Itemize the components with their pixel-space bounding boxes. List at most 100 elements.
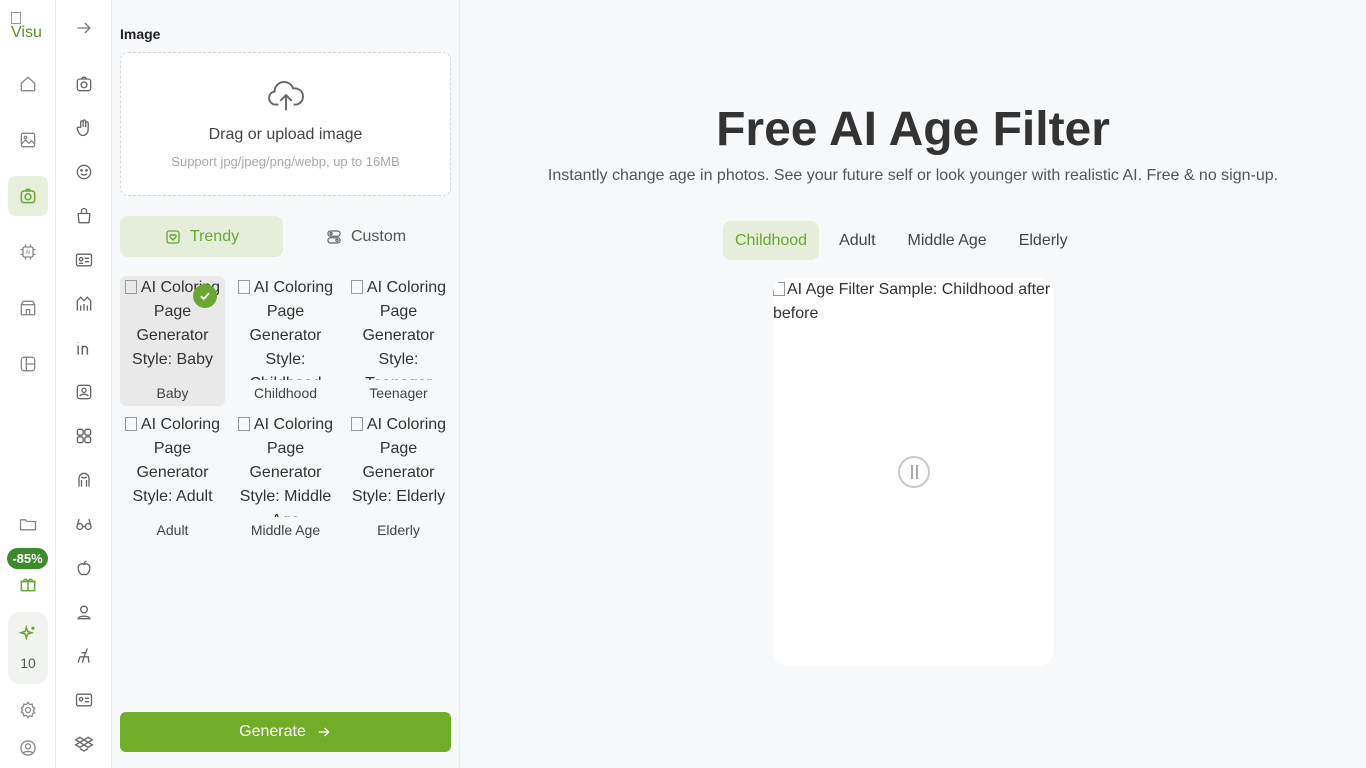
expand-button[interactable]	[68, 12, 100, 44]
apple-icon	[77, 560, 91, 576]
style-alt-text: AI Coloring Page Generator Style: Middle…	[239, 416, 334, 517]
style-card-middle-age[interactable]: AI Coloring Page Generator Style: Middle…	[233, 413, 338, 543]
style-thumbnail: AI Coloring Page Generator Style: Elderl…	[346, 413, 451, 517]
style-alt-text: AI Coloring Page Generator Style: Childh…	[249, 279, 334, 380]
tool-building[interactable]	[68, 288, 100, 320]
home-nav[interactable]	[8, 64, 48, 104]
settings-panel: Image Drag or upload image Support jpg/j…	[112, 0, 460, 768]
tool-card[interactable]	[68, 684, 100, 716]
settings-nav[interactable]	[8, 690, 48, 730]
tool-face[interactable]	[68, 156, 100, 188]
broken-image-icon	[773, 282, 785, 296]
chair-icon	[77, 648, 90, 663]
style-label: Elderly	[377, 522, 420, 538]
broken-image-icon	[124, 280, 137, 294]
style-card-childhood[interactable]: AI Coloring Page Generator Style: Childh…	[233, 276, 338, 406]
credits-box[interactable]: 10	[8, 612, 48, 684]
home-icon	[20, 76, 36, 92]
photo-nav[interactable]	[8, 176, 48, 216]
logo[interactable]: Visu	[11, 12, 45, 48]
ai-chip-nav[interactable]: AI	[8, 232, 48, 272]
age-tabs: Childhood Adult Middle Age Elderly	[723, 221, 1080, 260]
style-card-elderly[interactable]: AI Coloring Page Generator Style: Elderl…	[346, 413, 451, 543]
folder-nav[interactable]	[8, 504, 48, 544]
arrow-right-icon	[77, 22, 91, 34]
upload-dropzone[interactable]: Drag or upload image Support jpg/jpeg/pn…	[120, 52, 451, 196]
camera-icon	[20, 188, 36, 204]
tool-portrait[interactable]	[68, 376, 100, 408]
tool-apple[interactable]	[68, 552, 100, 584]
grid-icon	[76, 428, 92, 444]
tool-id-card[interactable]	[68, 244, 100, 276]
upload-hint: Support jpg/jpeg/png/webp, up to 16MB	[171, 154, 400, 169]
tool-linkedin[interactable]	[68, 332, 100, 364]
store-icon	[20, 300, 36, 316]
layout-nav[interactable]	[8, 344, 48, 384]
folder-icon	[19, 519, 37, 531]
style-thumbnail: AI Coloring Page Generator Style: Adult	[120, 413, 225, 517]
account-nav[interactable]	[8, 728, 48, 768]
style-label: Middle Age	[250, 522, 321, 538]
store-nav[interactable]	[8, 288, 48, 328]
tool-camera[interactable]	[68, 68, 100, 100]
tab-middle-age[interactable]: Middle Age	[896, 221, 999, 260]
generate-button[interactable]: Generate	[120, 712, 451, 752]
broken-image-icon	[350, 280, 363, 294]
style-alt-text: AI Coloring Page Generator Style: Adult	[132, 416, 221, 505]
tool-grid[interactable]	[68, 420, 100, 452]
upload-title: Drag or upload image	[208, 126, 363, 143]
tab-trendy[interactable]: Trendy	[120, 216, 283, 257]
portrait-icon	[76, 384, 92, 400]
before-after-sample: AI Age Filter Sample: Childhood after be…	[773, 278, 1054, 666]
style-label: Teenager	[369, 385, 428, 401]
style-thumbnail: AI Coloring Page Generator Style: Teenag…	[346, 276, 451, 380]
credits-count: 10	[20, 655, 36, 671]
tool-hand[interactable]	[68, 112, 100, 144]
style-card-adult[interactable]: AI Coloring Page Generator Style: Adult …	[120, 413, 225, 543]
tool-chair[interactable]	[68, 640, 100, 672]
gear-icon	[20, 701, 36, 719]
style-card-baby[interactable]: AI Coloring Page Generator Style: Baby B…	[120, 276, 225, 406]
tool-bag[interactable]	[68, 200, 100, 232]
selected-check-icon	[193, 284, 217, 308]
style-alt-text: AI Coloring Page Generator Style: Elderl…	[351, 416, 447, 505]
image-nav[interactable]	[8, 120, 48, 160]
gift-icon	[20, 578, 36, 592]
layout-icon	[20, 356, 36, 372]
style-thumbnail: AI Coloring Page Generator Style: Middle…	[233, 413, 338, 517]
hair-icon	[78, 472, 90, 487]
ai-chip-icon: AI	[20, 244, 36, 260]
broken-image-icon	[237, 417, 250, 431]
dropbox-icon	[74, 736, 94, 752]
tab-adult[interactable]: Adult	[827, 221, 887, 260]
sample-alt-text: AI Age Filter Sample: Childhood after be…	[773, 281, 1051, 322]
style-card-teenager[interactable]: AI Coloring Page Generator Style: Teenag…	[346, 276, 451, 406]
style-alt-text: AI Coloring Page Generator Style: Teenag…	[362, 279, 447, 380]
primary-sidebar: Visu AI -85% 10	[0, 0, 56, 768]
glasses-icon	[76, 518, 92, 531]
smile-icon	[76, 164, 92, 180]
hand-icon	[76, 119, 89, 137]
tool-glasses[interactable]	[68, 508, 100, 540]
tools-sidebar	[56, 0, 112, 768]
camera-icon	[76, 76, 92, 92]
tab-custom[interactable]: Custom	[284, 216, 447, 257]
tab-childhood[interactable]: Childhood	[723, 221, 820, 260]
style-label: Childhood	[253, 385, 318, 401]
tool-hair[interactable]	[68, 464, 100, 496]
tool-person[interactable]	[68, 596, 100, 628]
bag-icon	[77, 207, 91, 224]
tab-elderly[interactable]: Elderly	[1007, 221, 1080, 260]
id-card-icon	[75, 253, 93, 267]
compare-slider-handle[interactable]	[898, 456, 930, 488]
gift-nav[interactable]	[8, 566, 48, 602]
person-icon	[77, 605, 91, 620]
style-label: Baby	[156, 385, 189, 401]
user-icon	[20, 740, 36, 756]
tool-dropbox[interactable]	[68, 728, 100, 760]
broken-image-icon	[124, 417, 137, 431]
arrow-right-icon	[318, 727, 330, 737]
broken-image-icon	[11, 12, 21, 24]
style-label: Adult	[156, 522, 189, 538]
image-section-label: Image	[120, 26, 161, 42]
